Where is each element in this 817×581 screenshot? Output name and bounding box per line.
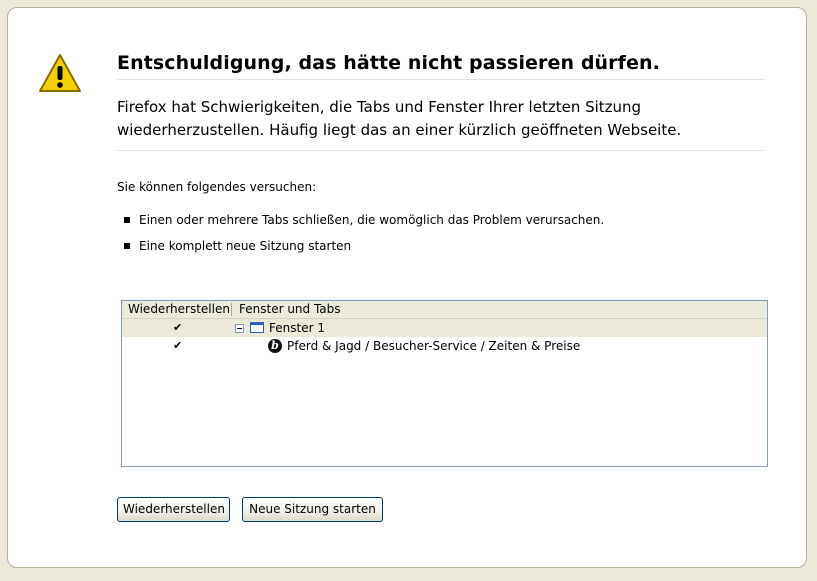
suggestion-text: Einen oder mehrere Tabs schließen, die w… xyxy=(139,213,605,227)
checkmark-icon[interactable]: ✔ xyxy=(173,319,182,337)
site-favicon-icon: b xyxy=(268,339,282,353)
warning-icon xyxy=(39,54,81,92)
page-title: Entschuldigung, das hätte nicht passiere… xyxy=(117,52,765,80)
column-header-restore[interactable]: Wiederherstellen xyxy=(128,302,230,317)
bullet-icon xyxy=(124,243,130,249)
restore-button-label: Wiederherstellen xyxy=(123,502,225,516)
new-session-button[interactable]: Neue Sitzung starten xyxy=(242,497,383,522)
tab-label: Pferd & Jagd / Besucher-Service / Zeiten… xyxy=(287,339,581,353)
session-tree[interactable]: Wiederherstellen Fenster und Tabs ✔ Fens… xyxy=(121,300,768,467)
collapse-icon[interactable] xyxy=(235,324,244,333)
error-page xyxy=(7,7,807,568)
window-icon xyxy=(250,322,264,333)
suggestion-item: Eine komplett neue Sitzung starten xyxy=(124,238,604,264)
column-separator[interactable] xyxy=(231,303,232,316)
tree-header: Wiederherstellen Fenster und Tabs xyxy=(122,301,767,319)
bullet-icon xyxy=(124,217,130,223)
new-session-button-label: Neue Sitzung starten xyxy=(249,502,376,516)
restore-button[interactable]: Wiederherstellen xyxy=(117,497,230,522)
suggestion-item: Einen oder mehrere Tabs schließen, die w… xyxy=(124,212,604,238)
tree-row-tab[interactable]: ✔ b Pferd & Jagd / Besucher-Service / Ze… xyxy=(122,337,767,355)
checkmark-icon[interactable]: ✔ xyxy=(173,337,182,355)
suggestion-text: Eine komplett neue Sitzung starten xyxy=(139,239,352,253)
suggestion-list: Einen oder mehrere Tabs schließen, die w… xyxy=(124,212,604,264)
window-label: Fenster 1 xyxy=(269,321,325,335)
page-description: Firefox hat Schwierigkeiten, die Tabs un… xyxy=(117,96,765,151)
suggestions-intro: Sie können folgendes versuchen: xyxy=(117,180,317,194)
tree-row-window[interactable]: ✔ Fenster 1 xyxy=(122,319,767,337)
column-header-windows[interactable]: Fenster und Tabs xyxy=(239,302,341,317)
